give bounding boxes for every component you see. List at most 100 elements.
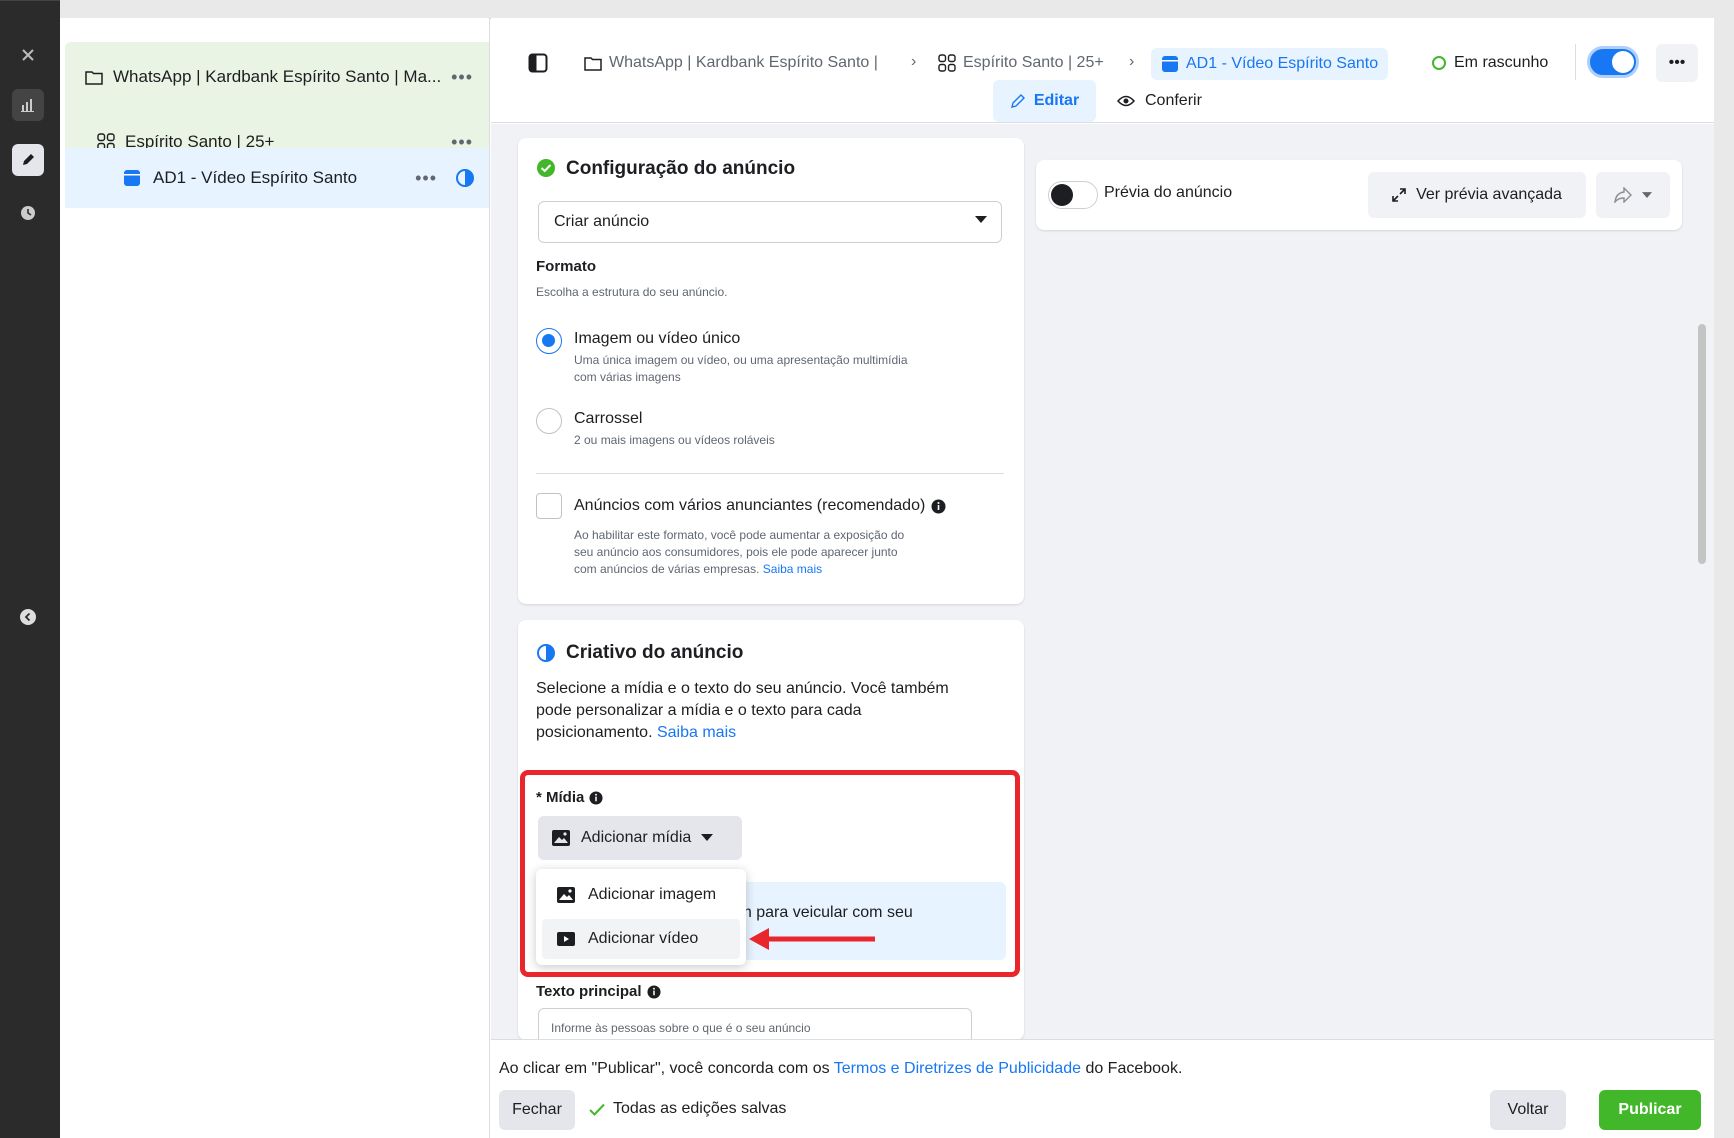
scrollbar-track[interactable] — [1690, 124, 1714, 1039]
share-icon — [1614, 187, 1632, 203]
terms-pre: Ao clicar em "Publicar", você concorda c… — [499, 1060, 830, 1077]
advanced-preview-label: Ver prévia avançada — [1416, 186, 1562, 203]
multi-advertiser-desc3: com anúncios de várias empresas. — [574, 562, 760, 576]
left-rail — [0, 0, 60, 1138]
half-circle-status-icon — [455, 168, 475, 188]
multi-advertiser-desc1: Ao habilitar este formato, você pode aum… — [574, 528, 905, 542]
divider — [1575, 44, 1576, 80]
ad-more-button[interactable]: ••• — [415, 168, 437, 189]
breadcrumb-campaign[interactable]: WhatsApp | Kardbank Espírito Santo | — [584, 54, 878, 72]
check-circle-icon — [536, 158, 556, 178]
adset-grid-icon — [938, 54, 956, 72]
ad-setup-card: Configuração do anúncio Criar anúncio Fo… — [518, 138, 1024, 604]
creative-desc3: posicionamento. — [536, 724, 653, 741]
ad-icon — [1161, 55, 1179, 73]
history-clock-icon[interactable] — [12, 197, 44, 229]
tab-review-label: Conferir — [1145, 92, 1202, 109]
sidebar-toggle-icon[interactable] — [523, 48, 553, 78]
pencil-icon — [1010, 93, 1026, 109]
primary-text-placeholder: Informe às pessoas sobre o que é o seu a… — [551, 1021, 811, 1035]
info-icon[interactable] — [647, 984, 661, 999]
option-carousel-label: Carrossel — [574, 410, 643, 427]
creative-desc3-row: posicionamento. Saiba mais — [536, 722, 736, 744]
format-label: Formato — [536, 258, 596, 275]
eye-icon — [1117, 94, 1135, 108]
option-single-media-label: Imagem ou vídeo único — [574, 330, 741, 347]
creative-title: Criativo do anúncio — [566, 642, 744, 663]
chart-icon[interactable] — [12, 89, 44, 121]
preview-toggle-label: Prévia do anúncio — [1104, 184, 1233, 201]
edit-pencil-icon[interactable] — [12, 144, 44, 176]
draft-circle-icon — [1431, 55, 1447, 71]
primary-text-label-row: Texto principal — [536, 983, 661, 1000]
advanced-preview-button[interactable]: Ver prévia avançada — [1368, 172, 1586, 218]
tree-item-campaign[interactable]: WhatsApp | Kardbank Espírito Santo | Ma.… — [65, 42, 489, 112]
ad-icon — [123, 169, 141, 187]
primary-text-label: Texto principal — [536, 983, 642, 1000]
checkmark-icon — [589, 1103, 605, 1116]
campaign-more-button[interactable]: ••• — [451, 67, 473, 88]
radio-carousel[interactable] — [536, 408, 562, 434]
top-bar: WhatsApp | Kardbank Espírito Santo | › E… — [491, 18, 1714, 123]
option-carousel-desc: 2 ou mais imagens ou vídeos roláveis — [574, 433, 775, 447]
folder-icon — [584, 56, 602, 71]
create-ad-select-value: Criar anúncio — [554, 213, 650, 230]
breadcrumb-ad[interactable]: AD1 - Vídeo Espírito Santo — [1151, 48, 1389, 80]
multi-advertiser-label: Anúncios com vários anunciantes (recomen… — [574, 497, 926, 514]
collapse-chevron-left-icon[interactable] — [12, 601, 44, 633]
draft-status: Em rascunho — [1431, 54, 1548, 72]
breadcrumb-ad-label: AD1 - Vídeo Espírito Santo — [1186, 55, 1379, 72]
expand-icon — [1392, 188, 1406, 202]
close-button[interactable]: Fechar — [499, 1090, 575, 1130]
learn-more-link[interactable]: Saiba mais — [763, 562, 822, 576]
breadcrumb-campaign-label: WhatsApp | Kardbank Espírito Santo | — [609, 54, 878, 71]
tab-edit-label: Editar — [1033, 92, 1080, 109]
ad-setup-title: Configuração do anúncio — [566, 158, 796, 179]
red-arrow-icon — [749, 928, 875, 950]
create-ad-select[interactable]: Criar anúncio — [538, 201, 1002, 243]
footer: Ao clicar em "Publicar", você concorda c… — [491, 1039, 1714, 1138]
option-single-media-desc: Uma única imagem ou vídeo, ou uma aprese… — [574, 353, 908, 367]
saved-status: Todas as edições salvas — [589, 1100, 786, 1118]
campaign-label: WhatsApp | Kardbank Espírito Santo | Ma.… — [113, 67, 442, 86]
saved-status-label: Todas as edições salvas — [613, 1100, 787, 1117]
half-circle-status-icon — [536, 643, 556, 663]
terms-text: Ao clicar em "Publicar", você concorda c… — [499, 1060, 1182, 1078]
creative-learn-more-link[interactable]: Saiba mais — [657, 724, 736, 741]
tab-review[interactable]: Conferir — [1117, 80, 1202, 122]
creative-desc2: pode personalizar a mídia e o texto para… — [536, 702, 862, 719]
back-button[interactable]: Voltar — [1490, 1090, 1566, 1130]
multi-advertiser-checkbox[interactable] — [536, 493, 562, 519]
draft-status-label: Em rascunho — [1454, 54, 1549, 71]
breadcrumb-adset[interactable]: Espírito Santo | 25+ — [938, 54, 1104, 72]
creative-desc1: Selecione a mídia e o texto do seu anúnc… — [536, 680, 949, 697]
breadcrumb-adset-label: Espírito Santo | 25+ — [963, 54, 1104, 71]
tab-edit[interactable]: Editar — [993, 80, 1096, 122]
info-icon[interactable] — [931, 499, 946, 514]
publish-button[interactable]: Publicar — [1599, 1090, 1701, 1130]
tree-item-ad[interactable]: AD1 - Vídeo Espírito Santo ••• — [65, 148, 489, 208]
radio-single-media[interactable] — [536, 328, 562, 354]
ad-label: AD1 - Vídeo Espírito Santo — [153, 168, 358, 187]
preview-panel: Prévia do anúncio Ver prévia avançada — [1036, 160, 1682, 230]
caret-down-icon — [975, 216, 987, 224]
folder-icon — [85, 70, 103, 85]
caret-down-icon — [1642, 191, 1652, 199]
terms-post: do Facebook. — [1085, 1060, 1183, 1077]
more-options-button[interactable]: ••• — [1656, 44, 1698, 82]
breadcrumb-separator-icon: › — [911, 53, 917, 70]
terms-link[interactable]: Termos e Diretrizes de Publicidade — [834, 1060, 1081, 1077]
format-help: Escolha a estrutura do seu anúncio. — [536, 285, 728, 299]
share-button[interactable] — [1596, 172, 1670, 218]
multi-advertiser-desc3-row: com anúncios de várias empresas. Saiba m… — [574, 561, 822, 578]
multi-advertiser-desc2: seu anúncio aos consumidores, pois ele p… — [574, 545, 898, 559]
campaign-tree: WhatsApp | Kardbank Espírito Santo | Ma.… — [60, 18, 490, 1138]
option-single-media-desc2: com várias imagens — [574, 370, 681, 384]
preview-toggle[interactable] — [1048, 181, 1098, 209]
scrollbar-thumb[interactable] — [1698, 324, 1706, 564]
divider — [536, 473, 1004, 474]
publish-toggle[interactable] — [1587, 46, 1639, 78]
breadcrumb-separator-icon: › — [1129, 53, 1135, 70]
close-icon[interactable] — [12, 39, 44, 71]
multi-advertiser-row: Anúncios com vários anunciantes (recomen… — [574, 497, 946, 515]
